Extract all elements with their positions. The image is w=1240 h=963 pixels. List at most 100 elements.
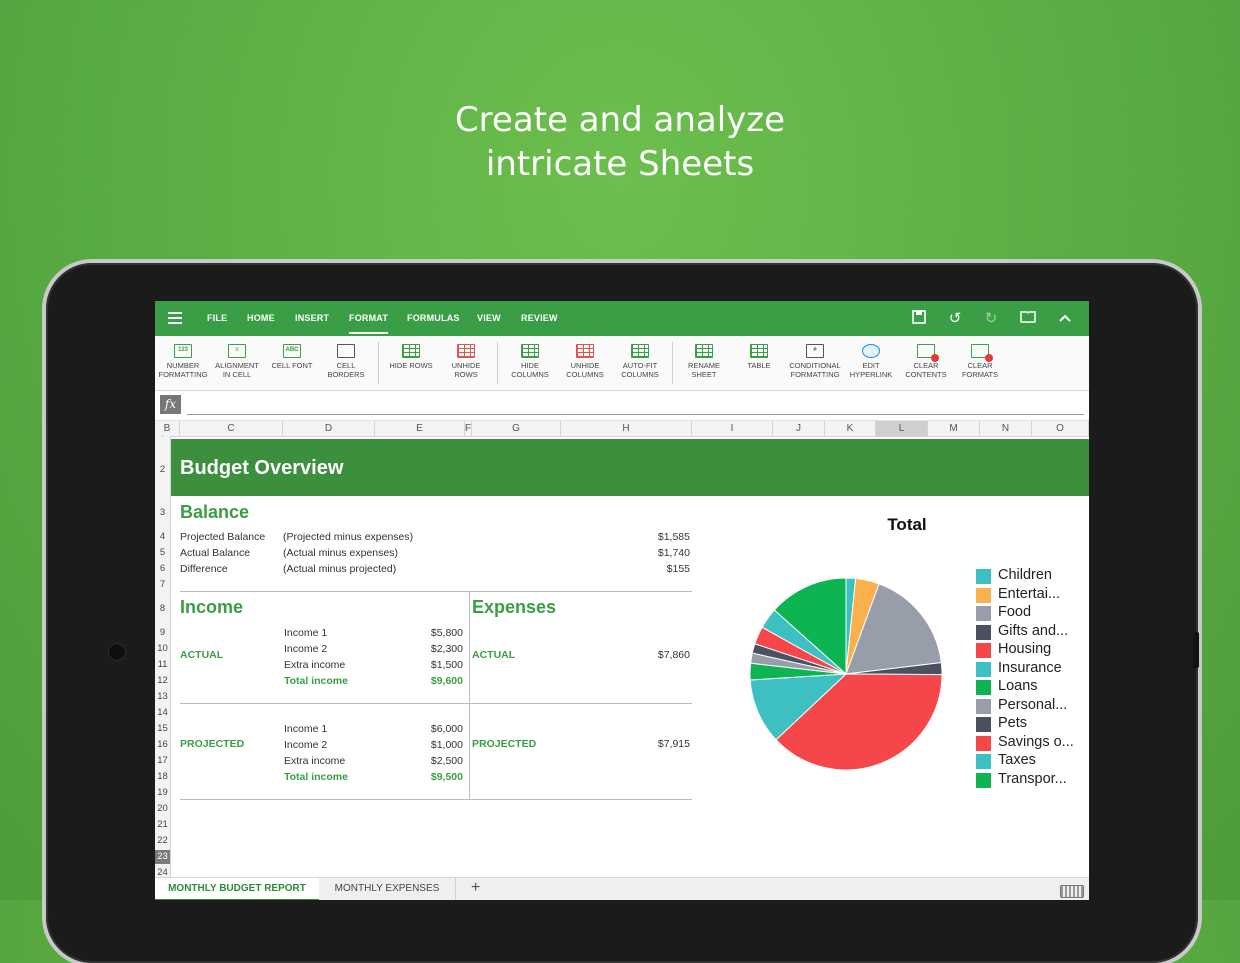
clear-contents-button[interactable]: CLEAR CONTENTS: [898, 340, 954, 379]
row-header[interactable]: 17: [155, 754, 170, 767]
save-icon[interactable]: [910, 310, 928, 328]
row-header[interactable]: 7: [155, 578, 170, 591]
row-header[interactable]: 19: [155, 786, 170, 799]
row-header[interactable]: 5: [155, 546, 170, 559]
cell[interactable]: $9,600: [383, 675, 463, 687]
cell[interactable]: $7,915: [610, 738, 690, 750]
column-header[interactable]: D: [283, 421, 375, 436]
cell-font-button[interactable]: ABC CELL FONT: [264, 340, 320, 370]
cell[interactable]: $155: [610, 563, 690, 575]
clear-formats-button[interactable]: CLEAR FORMATS: [952, 340, 1008, 379]
cell[interactable]: $1,500: [383, 659, 463, 671]
alignment-in-cell-button[interactable]: ≡ ALIGNMENT IN CELL: [209, 340, 265, 379]
row-header[interactable]: 3: [155, 506, 170, 519]
column-header[interactable]: C: [180, 421, 283, 436]
fx-icon[interactable]: fx: [160, 395, 181, 414]
column-header[interactable]: I: [692, 421, 773, 436]
tab-monthly-expenses[interactable]: MONTHLY EXPENSES: [319, 878, 456, 900]
cell[interactable]: $1,740: [610, 547, 690, 559]
undo-icon[interactable]: ↺: [946, 310, 964, 328]
row-header[interactable]: 20: [155, 802, 170, 815]
rename-sheet-button[interactable]: RENAME SHEET: [676, 340, 732, 379]
row-header[interactable]: 1: [155, 436, 170, 439]
column-header[interactable]: O: [1032, 421, 1089, 436]
cell[interactable]: Difference: [180, 563, 228, 575]
row-header[interactable]: 6: [155, 562, 170, 575]
cell[interactable]: Income 2: [284, 739, 327, 751]
cell[interactable]: $5,800: [383, 627, 463, 639]
cell[interactable]: $1,000: [383, 739, 463, 751]
row-header[interactable]: 4: [155, 530, 170, 543]
unhide-rows-button[interactable]: UNHIDE ROWS: [438, 340, 494, 379]
row-header[interactable]: 14: [155, 706, 170, 719]
menu-review[interactable]: REVIEW: [521, 301, 558, 336]
row-header[interactable]: 16: [155, 738, 170, 751]
cell[interactable]: Extra income: [284, 659, 345, 671]
column-header-selected[interactable]: L: [876, 421, 928, 436]
keyboard-icon[interactable]: [1060, 885, 1084, 898]
cell[interactable]: $9,500: [383, 771, 463, 783]
column-header[interactable]: F: [465, 421, 472, 436]
cell[interactable]: (Actual minus projected): [283, 563, 396, 575]
row-header[interactable]: 9: [155, 626, 170, 639]
redo-icon[interactable]: ↻: [982, 310, 1000, 328]
menu-home[interactable]: HOME: [247, 301, 275, 336]
hamburger-menu-icon[interactable]: [168, 312, 182, 324]
cell[interactable]: $2,300: [383, 643, 463, 655]
cell[interactable]: Income 2: [284, 643, 327, 655]
conditional-formatting-button[interactable]: ≠ CONDITIONAL FORMATTING: [787, 340, 843, 379]
row-header[interactable]: 13: [155, 690, 170, 703]
cell[interactable]: Total income: [284, 675, 348, 687]
column-header[interactable]: G: [472, 421, 561, 436]
row-header[interactable]: 15: [155, 722, 170, 735]
cell[interactable]: $6,000: [383, 723, 463, 735]
column-header[interactable]: B: [155, 421, 180, 436]
cell[interactable]: Projected Balance: [180, 531, 265, 543]
cell-borders-button[interactable]: CELL BORDERS: [318, 340, 374, 379]
cell[interactable]: Income 1: [284, 627, 327, 639]
hide-columns-button[interactable]: HIDE COLUMNS: [502, 340, 558, 379]
row-header[interactable]: 11: [155, 658, 170, 671]
cell[interactable]: (Actual minus expenses): [283, 547, 398, 559]
tab-monthly-budget-report[interactable]: MONTHLY BUDGET REPORT: [155, 878, 319, 900]
row-header-selected[interactable]: 23: [155, 850, 170, 864]
edit-hyperlink-button[interactable]: EDIT HYPERLINK: [843, 340, 899, 379]
row-header[interactable]: 21: [155, 818, 170, 831]
legend-label: Loans: [998, 678, 1038, 694]
pie-chart[interactable]: [746, 574, 946, 774]
menu-formulas[interactable]: FORMULAS: [407, 301, 460, 336]
collapse-icon[interactable]: [1056, 310, 1074, 328]
row-header[interactable]: 10: [155, 642, 170, 655]
row-header[interactable]: 18: [155, 770, 170, 783]
column-header[interactable]: M: [928, 421, 980, 436]
hide-rows-button[interactable]: HIDE ROWS: [383, 340, 439, 370]
row-header[interactable]: 22: [155, 834, 170, 847]
cell[interactable]: $1,585: [610, 531, 690, 543]
number-formatting-button[interactable]: 123 NUMBER FORMATTING: [155, 340, 211, 379]
autofit-columns-button[interactable]: AUTO-FIT COLUMNS: [612, 340, 668, 379]
column-header[interactable]: H: [561, 421, 692, 436]
menu-file[interactable]: FILE: [207, 301, 227, 336]
cell[interactable]: $2,500: [383, 755, 463, 767]
menu-format[interactable]: FORMAT: [349, 301, 389, 334]
column-header[interactable]: J: [773, 421, 825, 436]
column-header[interactable]: K: [825, 421, 876, 436]
row-header[interactable]: 12: [155, 674, 170, 687]
cell[interactable]: Extra income: [284, 755, 345, 767]
cell[interactable]: $7,860: [610, 649, 690, 661]
column-header[interactable]: E: [375, 421, 465, 436]
add-sheet-button[interactable]: +: [471, 879, 480, 897]
column-header[interactable]: N: [980, 421, 1032, 436]
row-header[interactable]: 2: [155, 463, 170, 476]
unhide-columns-button[interactable]: UNHIDE COLUMNS: [557, 340, 613, 379]
formula-input[interactable]: [187, 414, 1084, 415]
cell[interactable]: (Projected minus expenses): [283, 531, 413, 543]
reading-mode-icon[interactable]: [1019, 310, 1037, 328]
cell[interactable]: Income 1: [284, 723, 327, 735]
cell[interactable]: Actual Balance: [180, 547, 250, 559]
row-header[interactable]: 8: [155, 602, 170, 615]
menu-insert[interactable]: INSERT: [295, 301, 329, 336]
table-button[interactable]: TABLE: [731, 340, 787, 370]
cell[interactable]: Total income: [284, 771, 348, 783]
menu-view[interactable]: VIEW: [477, 301, 501, 336]
